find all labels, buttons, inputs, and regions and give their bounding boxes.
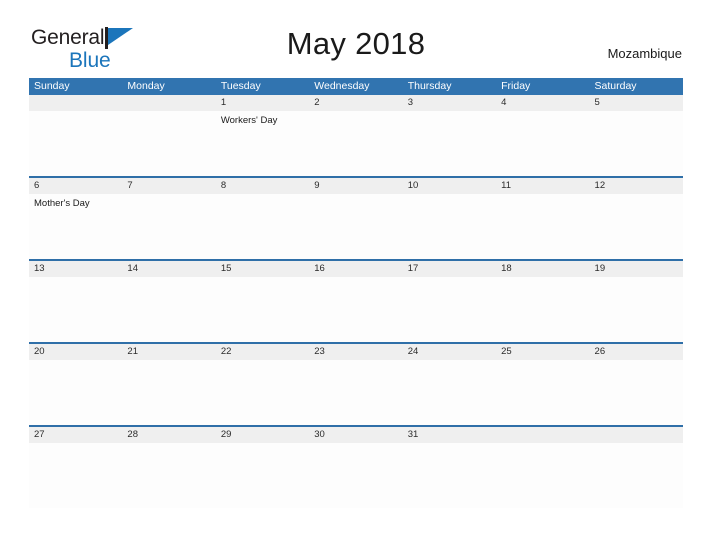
day-cell[interactable] [403, 194, 496, 259]
day-number[interactable]: 8 [216, 178, 309, 194]
day-cell[interactable] [122, 360, 215, 425]
day-cell[interactable] [309, 111, 402, 176]
day-number[interactable]: 31 [403, 427, 496, 443]
day-number[interactable]: 3 [403, 95, 496, 111]
day-number[interactable]: 30 [309, 427, 402, 443]
day-cell[interactable] [122, 111, 215, 176]
day-number[interactable]: 7 [122, 178, 215, 194]
week-date-band: 1 2 3 4 5 [29, 95, 683, 111]
weekday-thursday: Thursday [407, 80, 452, 92]
week-row: 6 7 8 9 10 11 12 Mother's Day [29, 178, 683, 261]
day-number[interactable] [590, 427, 683, 443]
day-cell[interactable] [29, 360, 122, 425]
day-number[interactable] [122, 95, 215, 111]
day-cell[interactable] [29, 443, 122, 508]
day-number[interactable]: 23 [309, 344, 402, 360]
day-number[interactable]: 1 [216, 95, 309, 111]
weekday-sunday: Sunday [34, 80, 70, 92]
day-number[interactable]: 24 [403, 344, 496, 360]
day-cell[interactable] [309, 443, 402, 508]
day-cell[interactable] [403, 277, 496, 342]
day-cell[interactable] [496, 277, 589, 342]
week-date-band: 27 28 29 30 31 [29, 427, 683, 443]
day-number[interactable]: 29 [216, 427, 309, 443]
day-number[interactable]: 10 [403, 178, 496, 194]
day-cell[interactable] [496, 111, 589, 176]
day-number[interactable] [29, 95, 122, 111]
day-cell[interactable] [122, 194, 215, 259]
day-cell[interactable] [590, 194, 683, 259]
week-date-band: 20 21 22 23 24 25 26 [29, 344, 683, 360]
weekday-saturday: Saturday [594, 80, 637, 92]
day-number[interactable]: 4 [496, 95, 589, 111]
day-cell[interactable] [29, 277, 122, 342]
day-cell[interactable] [403, 443, 496, 508]
day-cell[interactable] [590, 277, 683, 342]
day-cell[interactable] [216, 360, 309, 425]
day-number[interactable]: 12 [590, 178, 683, 194]
day-number[interactable]: 5 [590, 95, 683, 111]
week-event-band: Mother's Day [29, 194, 683, 259]
weekday-monday: Monday [127, 80, 165, 92]
day-number[interactable]: 26 [590, 344, 683, 360]
day-cell[interactable] [309, 360, 402, 425]
week-event-band [29, 277, 683, 342]
region-label: Mozambique [607, 46, 682, 61]
day-cell[interactable]: Mother's Day [29, 194, 122, 259]
day-cell[interactable] [122, 277, 215, 342]
week-row: 13 14 15 16 17 18 19 [29, 261, 683, 344]
day-cell[interactable] [403, 111, 496, 176]
day-number[interactable]: 14 [122, 261, 215, 277]
week-event-band [29, 360, 683, 425]
day-number[interactable]: 17 [403, 261, 496, 277]
page-header: General Blue May 2018 Mozambique [0, 0, 712, 71]
page-title: May 2018 [286, 26, 426, 61]
day-number[interactable]: 11 [496, 178, 589, 194]
day-cell[interactable] [122, 443, 215, 508]
day-cell[interactable] [590, 360, 683, 425]
weekday-tuesday: Tuesday [220, 80, 261, 92]
calendar-grid: Sunday Monday Tuesday Wednesday Thursday… [29, 78, 683, 508]
day-cell[interactable]: Workers' Day [216, 111, 309, 176]
day-cell[interactable] [496, 194, 589, 259]
day-number[interactable]: 22 [216, 344, 309, 360]
day-number[interactable]: 2 [309, 95, 402, 111]
week-row: 1 2 3 4 5 Workers' Day [29, 95, 683, 178]
day-cell[interactable] [590, 111, 683, 176]
day-number[interactable]: 19 [590, 261, 683, 277]
day-number[interactable]: 25 [496, 344, 589, 360]
week-event-band: Workers' Day [29, 111, 683, 176]
day-number[interactable]: 16 [309, 261, 402, 277]
day-cell[interactable] [216, 277, 309, 342]
day-cell[interactable] [29, 111, 122, 176]
day-cell[interactable] [496, 360, 589, 425]
week-date-band: 13 14 15 16 17 18 19 [29, 261, 683, 277]
day-number[interactable]: 9 [309, 178, 402, 194]
week-row: 27 28 29 30 31 [29, 427, 683, 508]
weekday-friday: Friday [501, 80, 531, 92]
day-cell[interactable] [403, 360, 496, 425]
day-cell[interactable] [590, 443, 683, 508]
day-number[interactable]: 27 [29, 427, 122, 443]
day-number[interactable]: 20 [29, 344, 122, 360]
day-cell[interactable] [309, 277, 402, 342]
week-event-band [29, 443, 683, 508]
day-cell[interactable] [216, 194, 309, 259]
day-cell[interactable] [309, 194, 402, 259]
week-row: 20 21 22 23 24 25 26 [29, 344, 683, 427]
day-cell[interactable] [216, 443, 309, 508]
weekday-wednesday: Wednesday [314, 80, 370, 92]
day-number[interactable]: 28 [122, 427, 215, 443]
day-number[interactable]: 13 [29, 261, 122, 277]
week-date-band: 6 7 8 9 10 11 12 [29, 178, 683, 194]
day-cell[interactable] [496, 443, 589, 508]
day-number[interactable]: 15 [216, 261, 309, 277]
day-number[interactable]: 6 [29, 178, 122, 194]
day-number[interactable]: 18 [496, 261, 589, 277]
weekday-header-row: Sunday Monday Tuesday Wednesday Thursday… [29, 78, 683, 95]
day-number[interactable]: 21 [122, 344, 215, 360]
day-number[interactable] [496, 427, 589, 443]
